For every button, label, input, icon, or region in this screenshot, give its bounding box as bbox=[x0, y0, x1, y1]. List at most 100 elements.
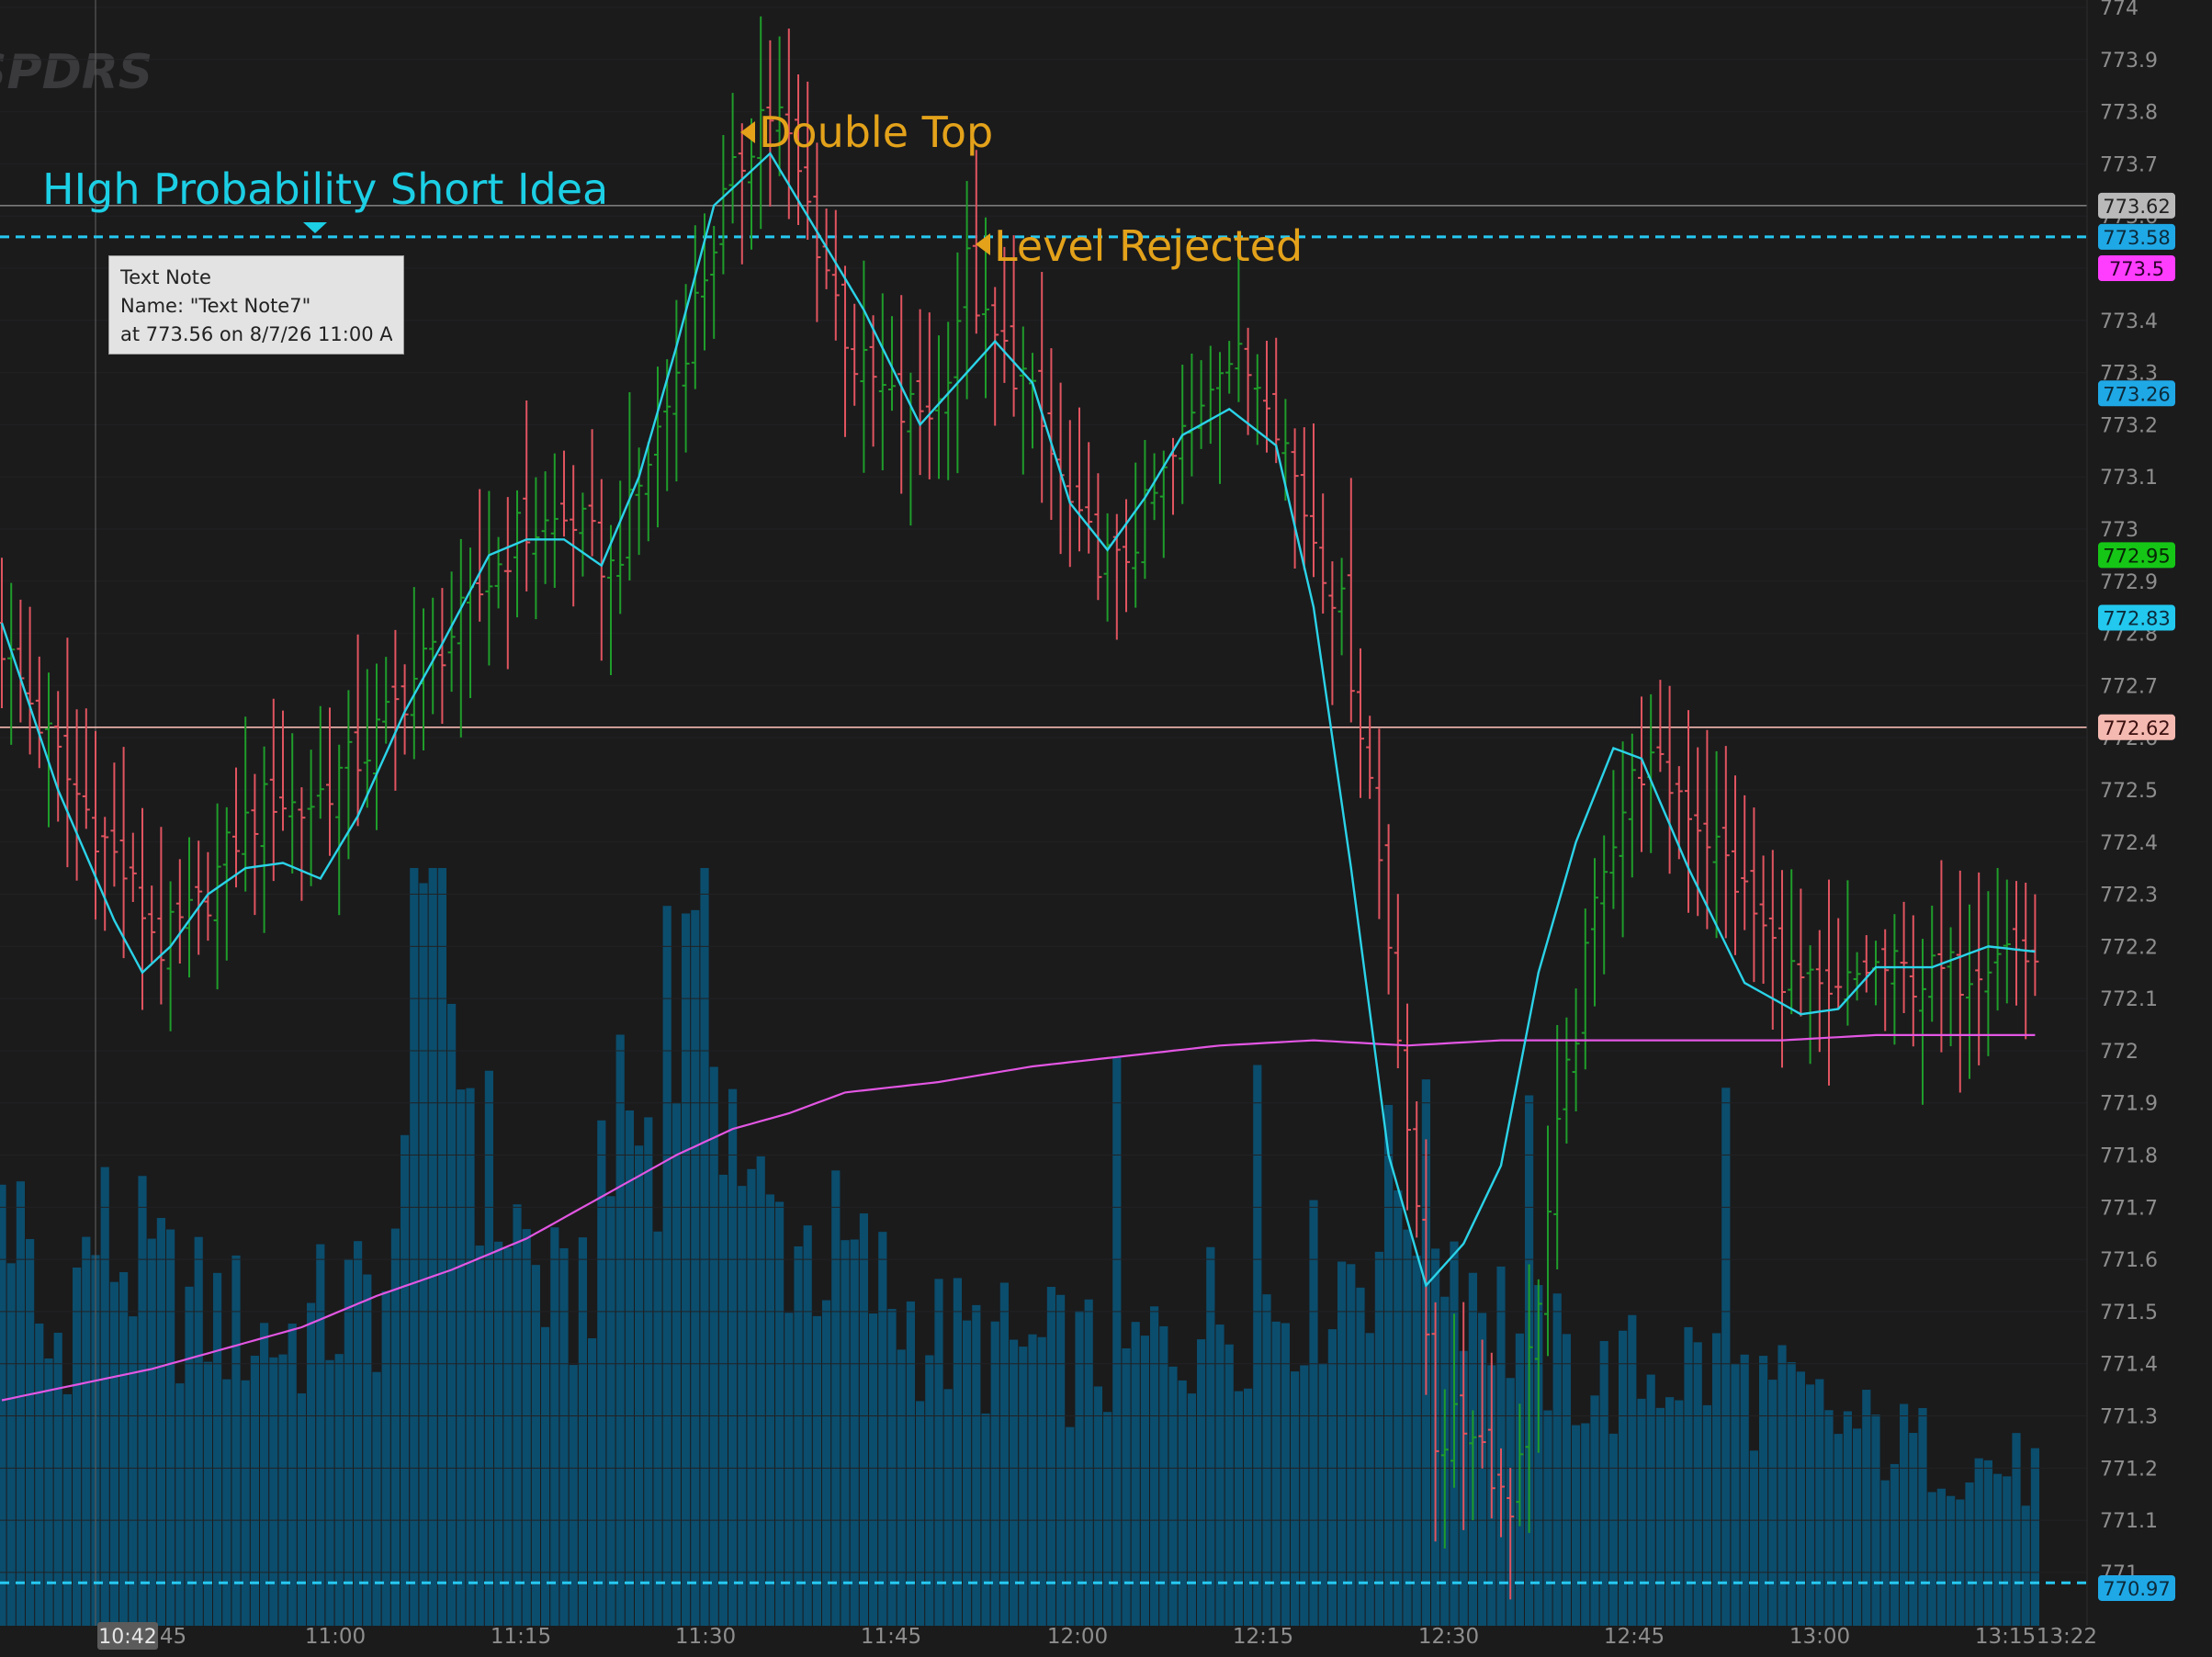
text-note-location: at 773.56 on 8/7/26 11:00 AM bbox=[120, 323, 392, 345]
volume-bar bbox=[1543, 1410, 1552, 1626]
volume-bar bbox=[1093, 1386, 1102, 1626]
volume-bar bbox=[269, 1357, 278, 1626]
volume-bar bbox=[1628, 1314, 1637, 1626]
price-bubble-label: 772.95 bbox=[2103, 545, 2170, 567]
price-bubble-label: 773.62 bbox=[2103, 196, 2170, 218]
volume-bar bbox=[1178, 1380, 1187, 1626]
volume-bar bbox=[401, 1134, 410, 1626]
volume-bar bbox=[841, 1240, 850, 1626]
price-bubble: 772.62 bbox=[2098, 714, 2175, 740]
volume-bar bbox=[747, 1168, 756, 1626]
volume-bar bbox=[344, 1258, 353, 1626]
text-note-title: Text Note bbox=[120, 266, 211, 288]
price-tick-label: 772.4 bbox=[2100, 832, 2158, 855]
volume-bar bbox=[1234, 1391, 1243, 1626]
volume-bar bbox=[794, 1246, 803, 1626]
volume-bar bbox=[1300, 1365, 1309, 1626]
volume-bar bbox=[466, 1088, 475, 1626]
volume-bar bbox=[156, 1217, 165, 1626]
volume-bar bbox=[541, 1326, 550, 1626]
volume-bar bbox=[278, 1354, 288, 1626]
double-top-label: Double Top bbox=[759, 107, 993, 157]
volume-bar bbox=[1262, 1294, 1271, 1626]
volume-bar bbox=[672, 1103, 681, 1626]
volume-bar bbox=[635, 1145, 644, 1626]
short-idea-label: HIgh Probability Short Idea bbox=[42, 164, 608, 214]
volume-bar bbox=[850, 1239, 859, 1626]
volume-bar bbox=[1581, 1423, 1590, 1626]
volume-bar bbox=[1159, 1325, 1168, 1626]
volume-bar bbox=[990, 1321, 999, 1626]
price-bubble-label: 772.83 bbox=[2103, 608, 2170, 630]
volume-bar bbox=[925, 1355, 934, 1626]
volume-bar bbox=[803, 1225, 812, 1626]
volume-bar bbox=[709, 1066, 718, 1626]
volume-bar bbox=[1637, 1398, 1646, 1626]
price-tick-label: 774 bbox=[2100, 0, 2139, 20]
volume-bar bbox=[1862, 1390, 1871, 1626]
volume-bar bbox=[241, 1380, 250, 1626]
price-bubble: 773.5 bbox=[2098, 254, 2175, 281]
volume-bar bbox=[812, 1315, 821, 1626]
volume-bar bbox=[1740, 1354, 1749, 1626]
volume-bar bbox=[1590, 1395, 1599, 1626]
price-tick-label: 771.5 bbox=[2100, 1302, 2158, 1324]
volume-bar bbox=[1572, 1425, 1581, 1626]
volume-bar bbox=[1056, 1294, 1066, 1626]
volume-bar bbox=[428, 868, 437, 1626]
price-tick-label: 773.8 bbox=[2100, 102, 2158, 125]
volume-bar bbox=[953, 1278, 962, 1626]
time-tick-label: 11:15 bbox=[491, 1625, 551, 1649]
volume-bar bbox=[1496, 1266, 1506, 1626]
volume-bar bbox=[728, 1088, 738, 1626]
volume-bar bbox=[2012, 1433, 2021, 1626]
price-tick-label: 773.2 bbox=[2100, 414, 2158, 437]
volume-bar bbox=[1936, 1488, 1946, 1626]
volume-bar bbox=[916, 1401, 925, 1626]
time-tick-label: 13:15 bbox=[1975, 1625, 2036, 1649]
price-tick-label: 771.6 bbox=[2100, 1249, 2158, 1272]
price-tick-label: 773.7 bbox=[2100, 153, 2158, 176]
volume-bar bbox=[419, 883, 428, 1626]
volume-bar bbox=[1909, 1433, 1918, 1626]
volume-bar bbox=[1318, 1363, 1327, 1626]
volume-bar bbox=[606, 1196, 615, 1626]
volume-bar bbox=[869, 1313, 878, 1626]
volume-bar bbox=[1731, 1364, 1740, 1626]
volume-bar bbox=[1281, 1323, 1290, 1626]
volume-bar bbox=[250, 1356, 259, 1626]
price-tick-label: 772.7 bbox=[2100, 675, 2158, 698]
price-chart[interactable]: SPDRS HIgh Probability Short Idea Double… bbox=[0, 0, 2212, 1657]
volume-bar bbox=[682, 913, 691, 1626]
volume-bar bbox=[1215, 1324, 1224, 1626]
volume-bar bbox=[550, 1227, 559, 1626]
volume-bar bbox=[325, 1359, 334, 1626]
volume-bar bbox=[569, 1365, 578, 1626]
volume-bar bbox=[718, 1174, 728, 1626]
volume-bar bbox=[578, 1237, 587, 1626]
volume-bar bbox=[653, 1231, 662, 1626]
price-bubble-label: 773.26 bbox=[2103, 383, 2170, 405]
price-bubble: 773.58 bbox=[2098, 223, 2175, 250]
volume-bar bbox=[447, 1003, 457, 1626]
volume-bar bbox=[100, 1167, 109, 1626]
volume-bar bbox=[475, 1246, 484, 1626]
volume-bar bbox=[1244, 1388, 1253, 1626]
volume-bar bbox=[297, 1392, 306, 1626]
volume-bar bbox=[1608, 1433, 1618, 1626]
volume-bar bbox=[307, 1302, 316, 1626]
price-tick-label: 771.7 bbox=[2100, 1197, 2158, 1220]
volume-bar bbox=[44, 1358, 53, 1626]
price-tick-label: 772.1 bbox=[2100, 988, 2158, 1011]
price-tick-label: 773.9 bbox=[2100, 50, 2158, 73]
volume-bar bbox=[934, 1279, 943, 1626]
volume-bar bbox=[859, 1213, 868, 1626]
volume-bar bbox=[1796, 1371, 1805, 1626]
volume-bar bbox=[822, 1300, 831, 1626]
volume-bar bbox=[1806, 1384, 1815, 1626]
volume-bar bbox=[109, 1281, 118, 1626]
price-bubble: 773.26 bbox=[2098, 380, 2175, 407]
volume-bar bbox=[437, 868, 446, 1626]
volume-bar bbox=[625, 1110, 634, 1626]
price-tick-label: 771.3 bbox=[2100, 1406, 2158, 1429]
